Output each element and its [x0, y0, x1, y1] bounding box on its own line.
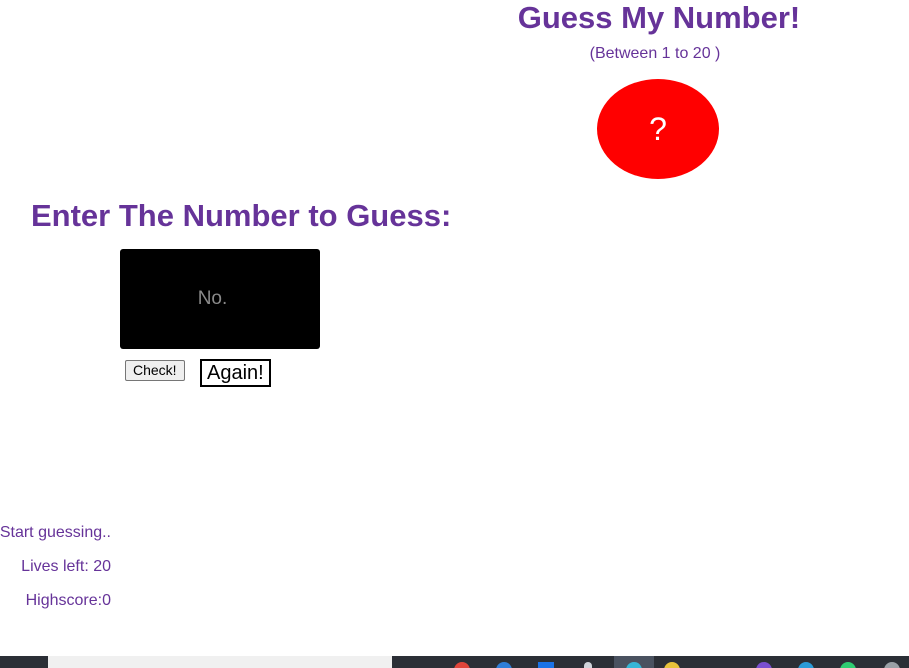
teams-icon[interactable] — [756, 662, 772, 668]
taskbar — [0, 656, 909, 668]
chrome-icon[interactable] — [454, 662, 470, 668]
game-page: Guess My Number! (Between 1 to 20 ) ? En… — [0, 0, 909, 668]
whatsapp-icon[interactable] — [840, 662, 856, 668]
taskbar-search-box[interactable] — [48, 656, 392, 668]
lives-left: Lives left: 20 — [21, 558, 111, 575]
status-message: Start guessing.. — [0, 524, 111, 541]
highscore: Highscore:0 — [25, 592, 111, 609]
edge-icon[interactable] — [496, 662, 512, 668]
guess-input[interactable] — [120, 249, 320, 349]
browser-icon[interactable] — [798, 662, 814, 668]
enter-number-heading: Enter The Number to Guess: — [31, 198, 452, 233]
store-icon[interactable] — [538, 662, 554, 668]
app-icon[interactable] — [884, 662, 900, 668]
again-button[interactable]: Again! — [200, 359, 271, 387]
page-title: Guess My Number! — [517, 0, 801, 35]
explorer-icon[interactable] — [584, 662, 592, 668]
secret-number-display: ? — [597, 79, 719, 179]
range-subtitle: (Between 1 to 20 ) — [589, 45, 721, 62]
folder-icon[interactable] — [664, 662, 680, 668]
check-button[interactable]: Check! — [125, 360, 185, 381]
